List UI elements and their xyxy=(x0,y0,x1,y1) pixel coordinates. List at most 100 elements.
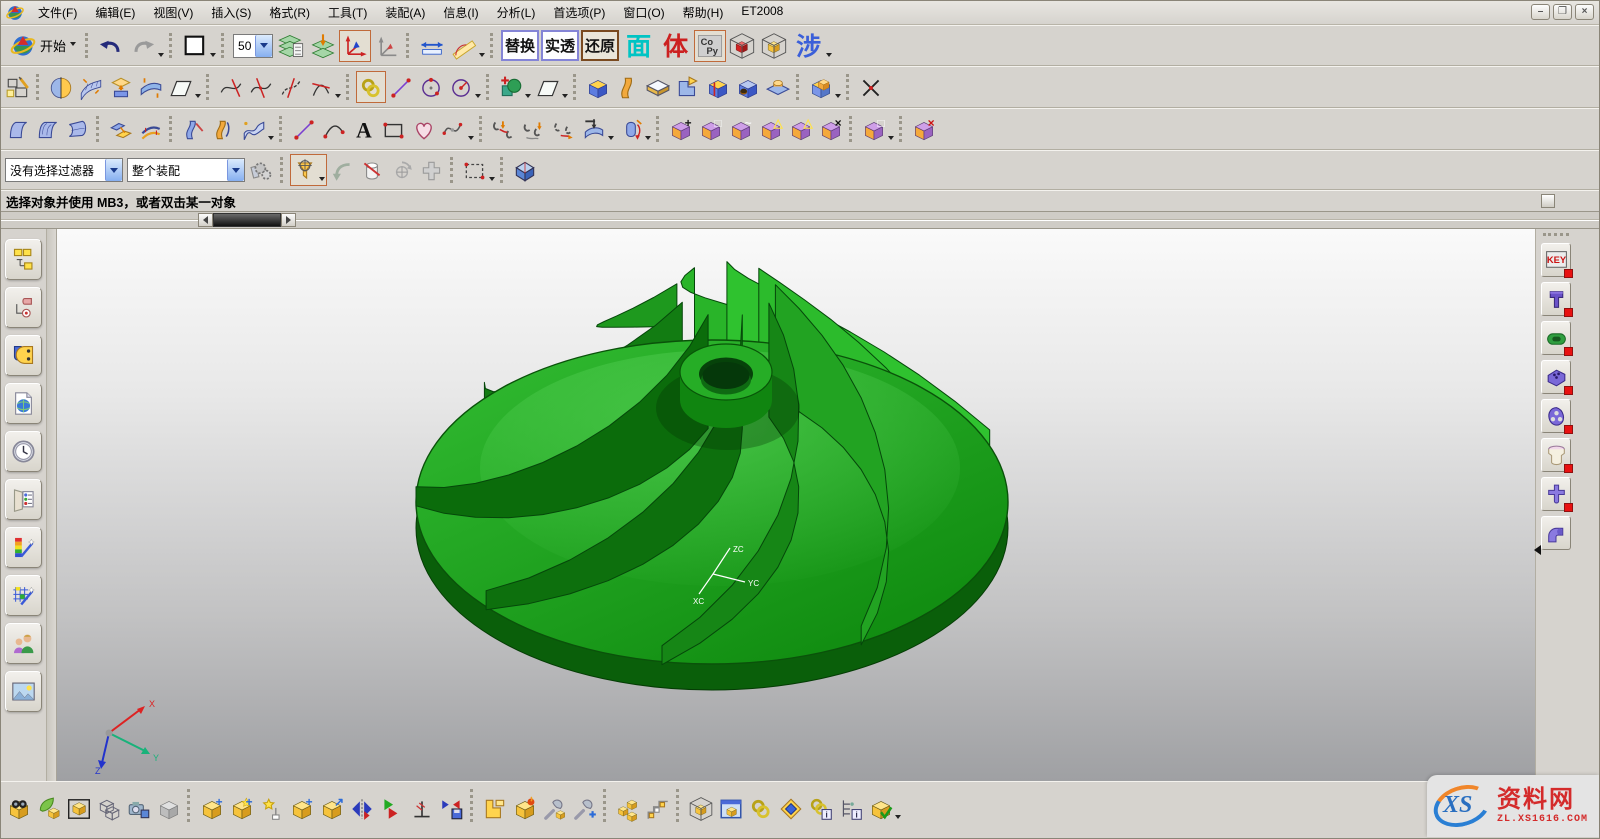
menu-item-6[interactable]: 装配(A) xyxy=(376,1,434,24)
arrangements-icon[interactable] xyxy=(643,788,673,824)
hole-icon[interactable] xyxy=(733,71,763,103)
reuse-library-icon[interactable] xyxy=(5,383,42,424)
join-curve-icon[interactable] xyxy=(356,71,386,103)
regular-curve-icon[interactable] xyxy=(409,113,439,145)
redo-icon-caret[interactable] xyxy=(158,53,164,57)
red-cube-display-icon[interactable] xyxy=(726,30,758,62)
start-caret[interactable] xyxy=(70,42,76,46)
close-button[interactable]: × xyxy=(1575,4,1594,20)
offset-surface-icon[interactable] xyxy=(106,113,136,145)
project-curve-icon-caret[interactable] xyxy=(608,136,614,140)
find-component-icon[interactable] xyxy=(4,788,34,824)
general-selection-icon[interactable] xyxy=(247,154,277,186)
datum-plane-icon[interactable] xyxy=(166,71,203,103)
copy-feature-icon[interactable]: □ xyxy=(859,113,896,145)
combine-body-icon-caret[interactable] xyxy=(835,94,841,98)
circle-icon[interactable] xyxy=(416,71,446,103)
promote-body-icon[interactable] xyxy=(480,788,510,824)
intersection-curve-icon[interactable] xyxy=(616,113,653,145)
selection-scope-combo[interactable]: 整个装配 xyxy=(127,158,245,182)
shaded-view-icon[interactable] xyxy=(510,154,540,186)
menu-item-4[interactable]: 格式(R) xyxy=(260,1,319,24)
wade-display-button[interactable]: 涉 xyxy=(790,30,834,62)
studio-spline-icon[interactable] xyxy=(439,113,476,145)
selection-filter-combo[interactable]: 没有选择过滤器 xyxy=(5,158,123,182)
menu-item-5[interactable]: 工具(T) xyxy=(319,1,376,24)
swept-surface-icon[interactable] xyxy=(179,113,209,145)
menu-item-10[interactable]: 窗口(O) xyxy=(614,1,673,24)
datum-plane-icon-caret[interactable] xyxy=(195,94,201,98)
project-curve-icon[interactable] xyxy=(579,113,616,145)
color-swatch[interactable] xyxy=(179,30,218,62)
edit-curve-icon-caret[interactable] xyxy=(335,94,341,98)
menu-item-9[interactable]: 首选项(P) xyxy=(544,1,614,24)
boss-icon[interactable] xyxy=(763,71,793,103)
rotate-point-icon[interactable] xyxy=(387,154,417,186)
product-interface-icon[interactable] xyxy=(776,788,806,824)
impeller-model[interactable] xyxy=(371,232,1051,702)
emboss-feature-icon[interactable]: △ xyxy=(786,113,816,145)
open-component-icon[interactable] xyxy=(34,788,64,824)
layer-combo[interactable]: 50 xyxy=(233,34,273,58)
template-block[interactable] xyxy=(1541,360,1571,394)
assembly-navigator-icon[interactable] xyxy=(5,239,42,280)
text-curve-icon[interactable]: A xyxy=(349,113,379,145)
slab-icon[interactable] xyxy=(643,71,673,103)
resize-feature-icon[interactable]: × xyxy=(909,113,939,145)
pattern-component-icon[interactable] xyxy=(257,788,287,824)
template-cross[interactable] xyxy=(1541,477,1571,511)
bridge-curve-icon[interactable] xyxy=(489,113,519,145)
section-surface-icon[interactable] xyxy=(209,113,239,145)
undo-icon[interactable] xyxy=(95,30,127,62)
new-parent-icon[interactable] xyxy=(570,788,600,824)
visualization-icon[interactable] xyxy=(5,527,42,568)
sweep-icon[interactable] xyxy=(613,71,643,103)
hidden-component-icon[interactable] xyxy=(154,788,184,824)
arc-icon-caret[interactable] xyxy=(475,94,481,98)
menu-item-11[interactable]: 帮助(H) xyxy=(674,1,733,24)
wcs-triad[interactable]: ZC YC XC xyxy=(691,540,777,612)
interpart-link-icon[interactable] xyxy=(746,788,776,824)
collapse-arrow-icon[interactable] xyxy=(1534,545,1541,555)
remember-constraints-icon[interactable] xyxy=(437,788,467,824)
part-navigator-icon[interactable] xyxy=(5,335,42,376)
edit-component-icon[interactable] xyxy=(540,788,570,824)
ruled-surface-icon[interactable] xyxy=(3,113,33,145)
replace-button[interactable]: 替换 xyxy=(501,30,539,61)
plane-icon[interactable] xyxy=(533,71,570,103)
link-info-icon[interactable]: i xyxy=(806,788,836,824)
slider-left-arrow[interactable] xyxy=(198,213,213,227)
structure-info-icon[interactable]: i xyxy=(836,788,866,824)
measure-angle-icon-caret[interactable] xyxy=(479,53,485,57)
copy-display-icon[interactable]: CoPy xyxy=(694,30,726,62)
show-constraints-icon[interactable] xyxy=(94,788,124,824)
move-component-icon[interactable]: ↗ xyxy=(317,788,347,824)
clearance-check-icon-caret[interactable] xyxy=(895,815,901,819)
edit-feature-icon[interactable]: ~ xyxy=(726,113,756,145)
start-button[interactable]: 开始 xyxy=(3,30,82,62)
resource-bar-sash[interactable] xyxy=(47,229,57,781)
wcs-orient-icon[interactable] xyxy=(371,30,403,62)
sequence-icon[interactable] xyxy=(613,788,643,824)
gallery-icon[interactable] xyxy=(5,671,42,712)
slider-right-arrow[interactable] xyxy=(281,213,296,227)
redo-icon[interactable] xyxy=(127,30,166,62)
handle-icon[interactable] xyxy=(417,154,447,186)
snap-point-icon[interactable] xyxy=(290,154,327,186)
studio-spline-icon-caret[interactable] xyxy=(468,136,474,140)
show-hide-icon[interactable] xyxy=(357,154,387,186)
template-bar-grip[interactable] xyxy=(1543,233,1569,239)
section-view-icon[interactable] xyxy=(46,71,76,103)
mirror-assembly-icon[interactable] xyxy=(347,788,377,824)
layer-settings-icon[interactable] xyxy=(275,30,307,62)
prompt-bar-button[interactable] xyxy=(1541,194,1555,208)
wade-display-button-caret[interactable] xyxy=(826,53,832,57)
template-triplate[interactable] xyxy=(1541,399,1571,433)
wcs-dynamics-icon[interactable] xyxy=(339,30,371,62)
flex-surface-icon[interactable] xyxy=(136,71,166,103)
template-slot[interactable] xyxy=(1541,321,1571,355)
menu-item-12[interactable]: ET2008 xyxy=(732,1,792,24)
replace-component-icon[interactable]: + xyxy=(287,788,317,824)
curve-mesh-icon[interactable] xyxy=(76,71,106,103)
template-tpart[interactable] xyxy=(1541,282,1571,316)
